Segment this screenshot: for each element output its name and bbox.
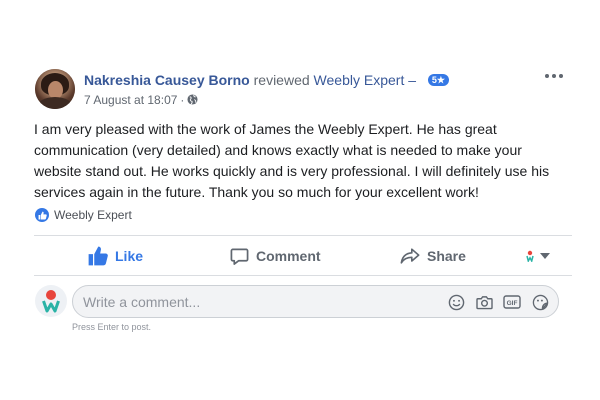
weebly-logo-icon (526, 250, 534, 262)
comment-label: Comment (256, 248, 321, 264)
comment-button[interactable]: Comment (230, 242, 321, 270)
thumbs-up-icon (35, 208, 49, 222)
comment-hint: Press Enter to post. (72, 322, 152, 332)
like-icon (88, 246, 108, 266)
review-action-text: reviewed (253, 72, 310, 88)
share-icon (400, 248, 420, 264)
commenter-avatar[interactable] (35, 285, 67, 317)
more-options-button[interactable] (542, 68, 566, 84)
post-body-text: I am very pleased with the work of James… (34, 121, 550, 200)
camera-icon[interactable] (475, 293, 493, 311)
comment-composer: GIF (72, 285, 559, 318)
svg-text:GIF: GIF (507, 300, 518, 307)
weebly-logo-icon (42, 290, 60, 313)
meta-separator: · (180, 93, 185, 107)
like-label: Like (115, 248, 144, 264)
tagged-page[interactable]: Weebly Expert (35, 207, 132, 223)
post-header: Nakreshia Causey Borno reviewed Weebly E… (84, 72, 449, 88)
share-label: Share (427, 248, 466, 264)
react-as-selector[interactable] (526, 250, 550, 262)
share-button[interactable]: Share (400, 242, 466, 270)
header-dash: – (408, 72, 417, 88)
post-meta: 7 August at 18:07 · (84, 93, 198, 107)
chevron-down-icon (540, 253, 550, 259)
rating-value: 5 (431, 75, 437, 85)
emoji-icon[interactable] (447, 293, 465, 311)
tagged-page-name[interactable]: Weebly Expert (54, 207, 132, 223)
more-dot (552, 74, 556, 78)
reviewed-page-link[interactable]: Weebly Expert (314, 72, 405, 88)
rating-badge: 5★ (427, 74, 449, 86)
author-avatar[interactable] (35, 69, 75, 109)
globe-icon[interactable] (187, 94, 198, 105)
author-name[interactable]: Nakreshia Causey Borno (84, 72, 250, 88)
divider-top (34, 235, 572, 236)
more-dot (559, 74, 563, 78)
sticker-icon[interactable] (531, 293, 549, 311)
post-timestamp[interactable]: 7 August at 18:07 (84, 93, 177, 107)
comment-icon (230, 248, 249, 265)
comment-input[interactable] (83, 286, 423, 317)
like-button[interactable]: Like (88, 242, 143, 270)
gif-icon[interactable]: GIF (503, 293, 521, 311)
more-dot (545, 74, 549, 78)
review-post: Nakreshia Causey Borno reviewed Weebly E… (0, 0, 600, 400)
divider-bottom (34, 275, 572, 276)
